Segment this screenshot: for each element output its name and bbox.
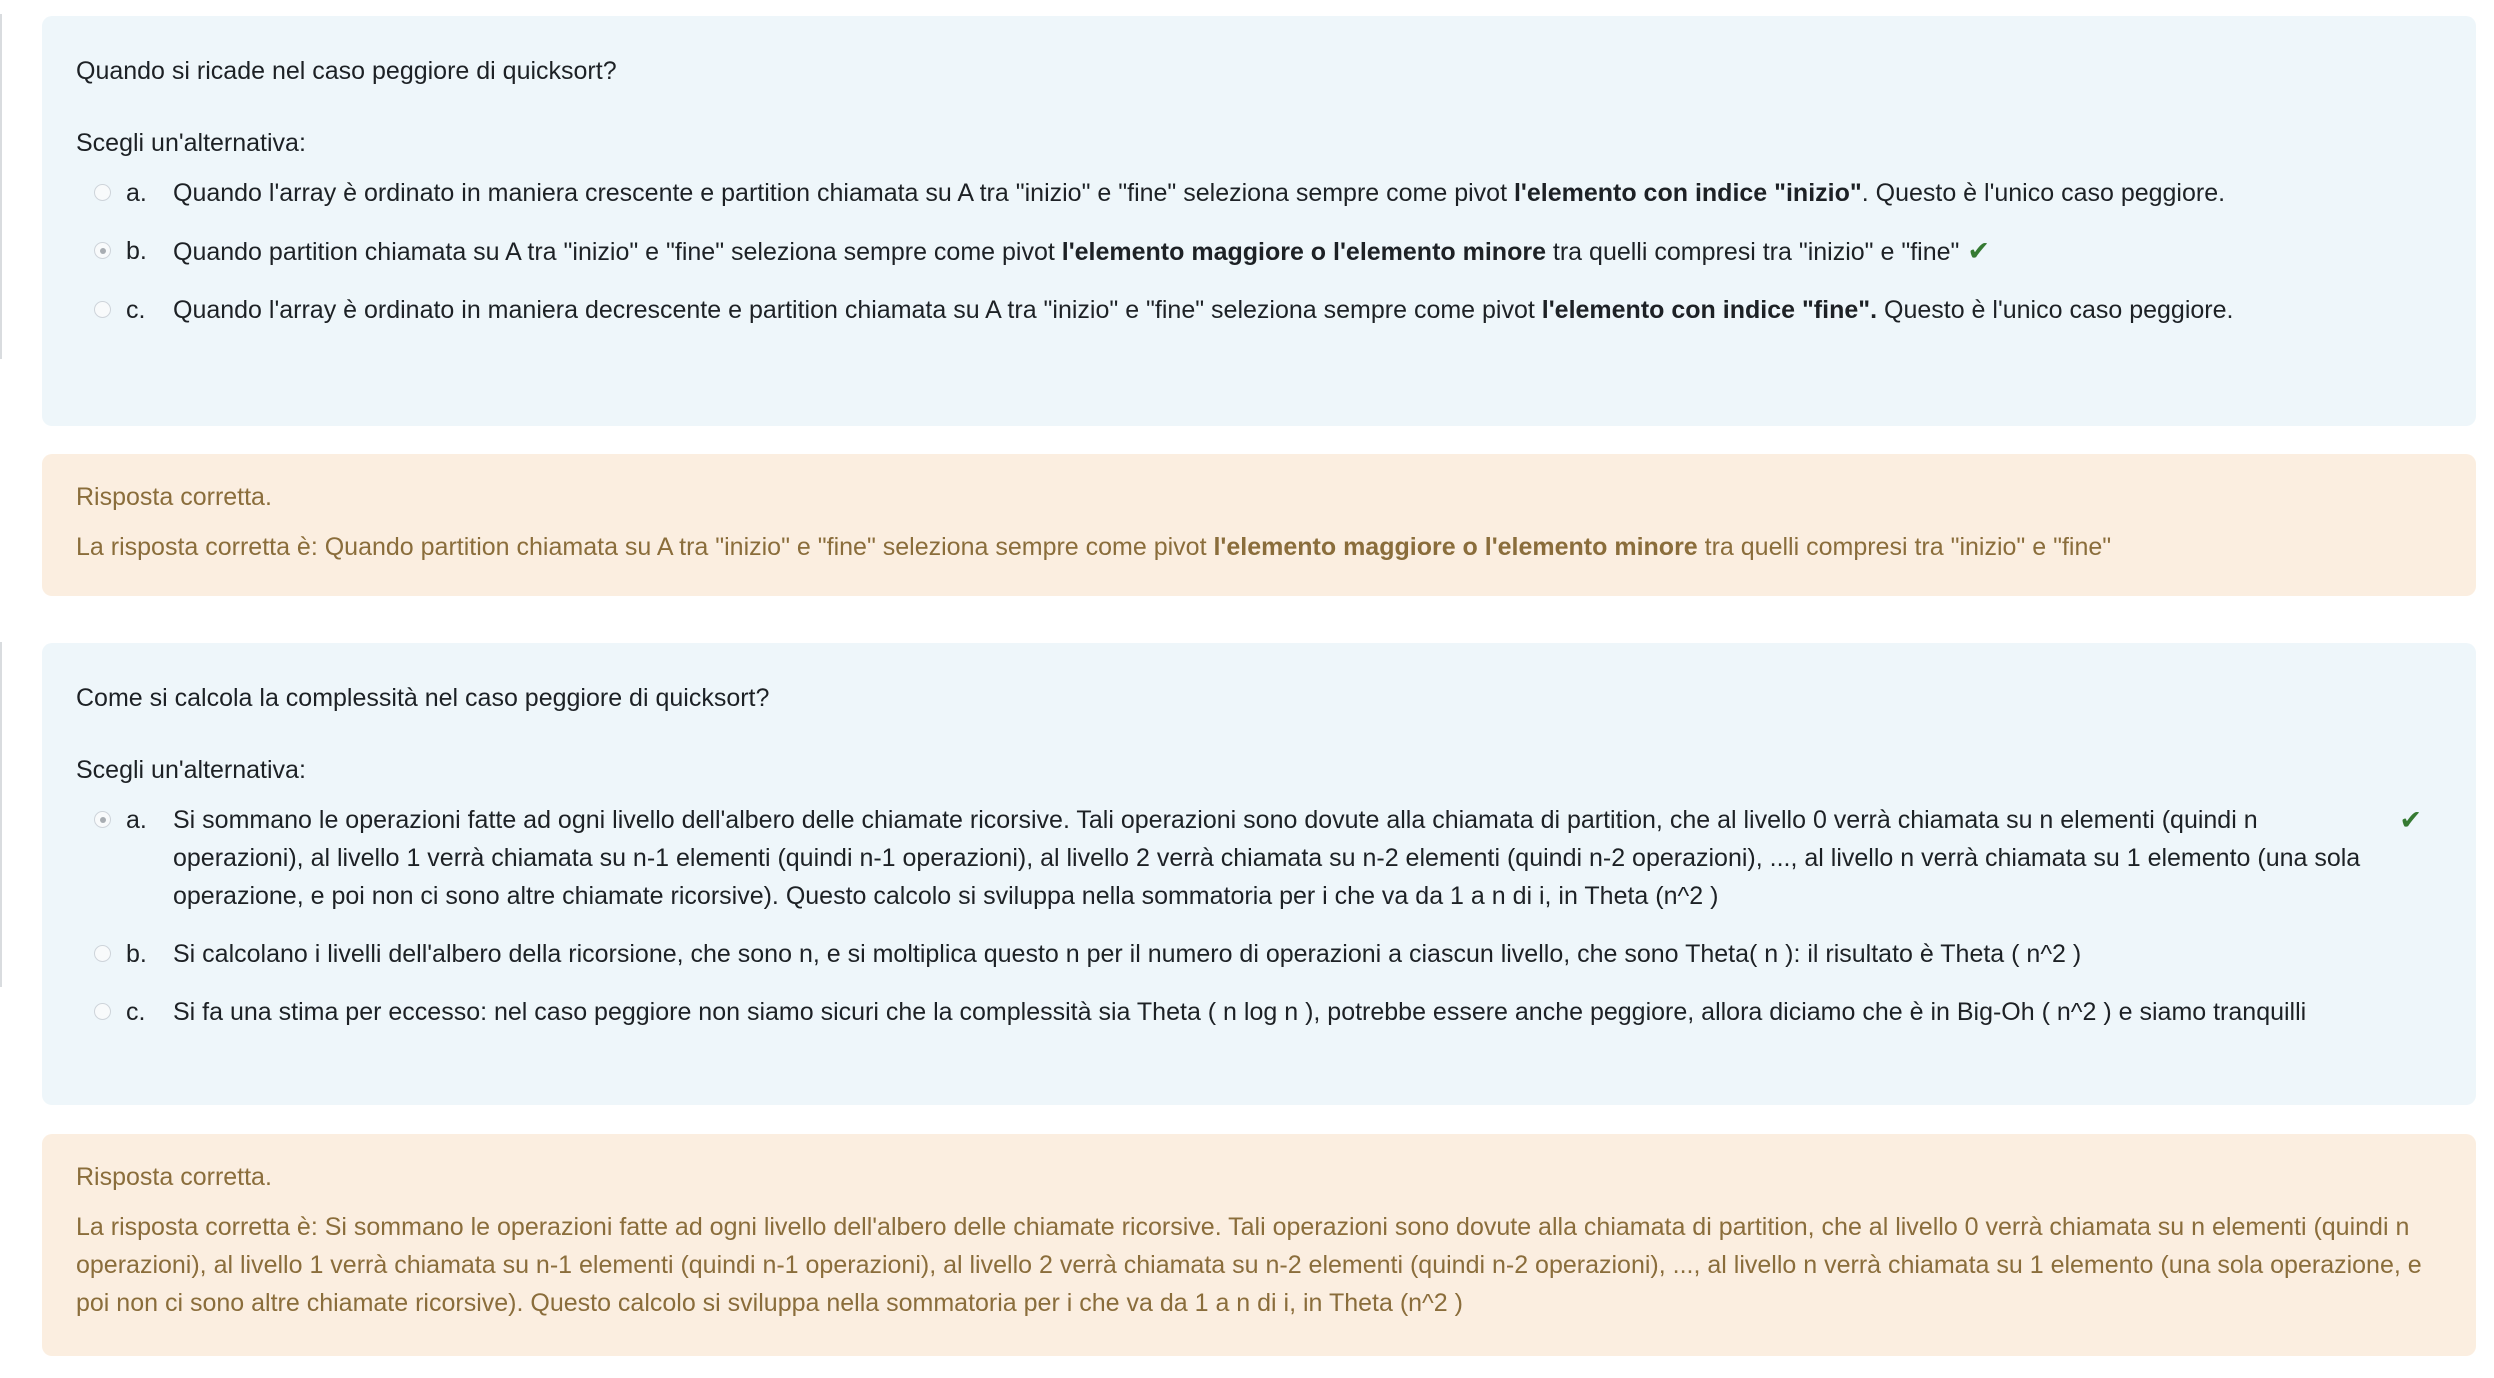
radio-icon[interactable] — [94, 945, 111, 962]
answer-letter: b. — [126, 940, 147, 968]
answer-text: Quando l'array è ordinato in maniera cre… — [173, 179, 2226, 207]
radio-icon[interactable] — [94, 242, 111, 259]
question-1-answer-a[interactable]: a. Quando l'array è ordinato in maniera … — [76, 174, 2442, 212]
answer-letter: a. — [126, 806, 147, 834]
question-2-feedback-panel: Risposta corretta. La risposta corretta … — [42, 1134, 2476, 1356]
question-2-text: Come si calcola la complessità nel caso … — [76, 684, 770, 712]
question-1-left-rule — [0, 14, 2, 359]
question-1-feedback-panel: Risposta corretta. La risposta corretta … — [42, 454, 2476, 596]
question-1-answer-b[interactable]: b. Quando partition chiamata su A tra "i… — [76, 232, 2442, 271]
question-2-left-rule — [0, 642, 2, 987]
question-1-text: Quando si ricade nel caso peggiore di qu… — [76, 57, 617, 85]
feedback-correct-answer: La risposta corretta è: Quando partition… — [76, 533, 2112, 561]
question-2-prompt: Scegli un'alternativa: — [76, 756, 306, 784]
answer-letter: c. — [126, 296, 146, 324]
answer-text: Si fa una stima per eccesso: nel caso pe… — [173, 998, 2307, 1026]
radio-icon[interactable] — [94, 811, 111, 828]
question-2-panel: Come si calcola la complessità nel caso … — [42, 643, 2476, 1105]
answer-text: Quando partition chiamata su A tra "iniz… — [173, 238, 1960, 266]
question-2-answer-b[interactable]: b. Si calcolano i livelli dell'albero de… — [76, 935, 2442, 973]
question-1-panel: Quando si ricade nel caso peggiore di qu… — [42, 16, 2476, 426]
answer-letter: a. — [126, 179, 147, 207]
radio-icon[interactable] — [94, 1003, 111, 1020]
feedback-status: Risposta corretta. — [76, 483, 272, 511]
question-1-prompt: Scegli un'alternativa: — [76, 129, 306, 157]
check-icon: ✔ — [2399, 805, 2422, 835]
answer-letter: b. — [126, 237, 147, 265]
feedback-correct-answer: La risposta corretta è: Si sommano le op… — [76, 1213, 2422, 1317]
radio-icon[interactable] — [94, 301, 111, 318]
feedback-status: Risposta corretta. — [76, 1163, 272, 1191]
question-2-answer-c[interactable]: c. Si fa una stima per eccesso: nel caso… — [76, 993, 2442, 1031]
check-icon: ✔ — [1967, 236, 1991, 266]
answer-text: Si calcolano i livelli dell'albero della… — [173, 940, 2082, 968]
answer-text: Si sommano le operazioni fatte ad ogni l… — [173, 806, 2361, 910]
question-1-answer-c[interactable]: c. Quando l'array è ordinato in maniera … — [76, 291, 2442, 329]
question-2-answer-a[interactable]: a. Si sommano le operazioni fatte ad ogn… — [76, 801, 2442, 915]
answer-text: Quando l'array è ordinato in maniera dec… — [173, 296, 2234, 324]
answer-letter: c. — [126, 998, 146, 1026]
radio-icon[interactable] — [94, 184, 111, 201]
